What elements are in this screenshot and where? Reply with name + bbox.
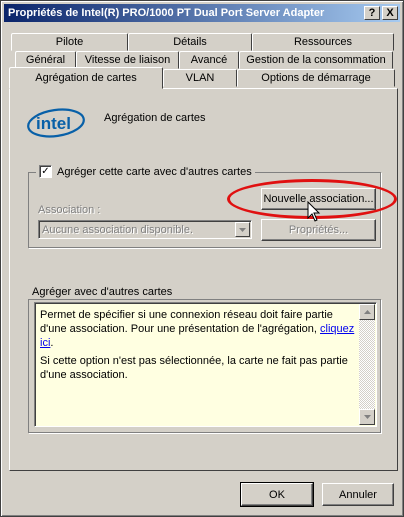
title-bar[interactable]: Propriétés de Intel(R) PRO/1000 PT Dual … (4, 4, 400, 22)
team-combobox[interactable]: Aucune association disponible. (38, 220, 252, 239)
description-title: Agréger avec d'autres cartes (30, 286, 175, 298)
help-button[interactable]: ? (364, 6, 380, 20)
intel-logo: intel (27, 108, 85, 138)
tab-options-demarrage[interactable]: Options de démarrage (237, 69, 395, 87)
team-checkbox-label: Agréger cette carte avec d'autres cartes (57, 165, 252, 178)
window-title: Propriétés de Intel(R) PRO/1000 PT Dual … (8, 7, 325, 19)
tab-vlan[interactable]: VLAN (163, 69, 237, 87)
description-paragraph-2: Si cette option n'est pas sélectionnée, … (40, 355, 348, 381)
team-label: Association : (38, 204, 101, 216)
mouse-pointer-icon (307, 201, 321, 222)
properties-dialog: Propriétés de Intel(R) PRO/1000 PT Dual … (0, 0, 404, 517)
scroll-up-icon[interactable] (359, 304, 375, 320)
tab-pilote[interactable]: Pilote (11, 33, 128, 51)
tab-details[interactable]: Détails (128, 33, 252, 51)
page-heading: Agrégation de cartes (104, 112, 206, 124)
cancel-button[interactable]: Annuler (322, 483, 394, 506)
description-text-1-end: . (50, 337, 54, 349)
tab-avance[interactable]: Avancé (179, 51, 239, 69)
description-paragraph-1: Permet de spécifier si une connexion rés… (40, 308, 360, 350)
description-text: Permet de spécifier si une connexion rés… (40, 308, 360, 386)
description-box: Permet de spécifier si une connexion rés… (34, 302, 377, 427)
team-combo-value: Aucune association disponible. (42, 223, 194, 236)
ok-button[interactable]: OK (240, 482, 314, 507)
tab-ressources[interactable]: Ressources (252, 33, 394, 51)
tab-panel: intel Agrégation de cartes ✓ Agréger cet… (9, 88, 398, 471)
chevron-down-icon[interactable] (235, 222, 250, 237)
tab-agregation-cartes[interactable]: Agrégation de cartes (9, 67, 163, 89)
team-checkbox[interactable]: ✓ (39, 165, 52, 178)
teaming-checkbox-row[interactable]: ✓ Agréger cette carte avec d'autres cart… (36, 165, 255, 178)
close-button[interactable]: X (382, 6, 398, 20)
tab-gestion-consommation[interactable]: Gestion de la consommation (239, 51, 393, 69)
description-scrollbar[interactable] (359, 304, 375, 425)
scroll-down-icon[interactable] (359, 409, 375, 425)
description-text-1: Permet de spécifier si une connexion rés… (40, 309, 333, 335)
properties-button-label: Propriétés... (288, 224, 349, 236)
logo-wordmark: intel (36, 114, 71, 133)
